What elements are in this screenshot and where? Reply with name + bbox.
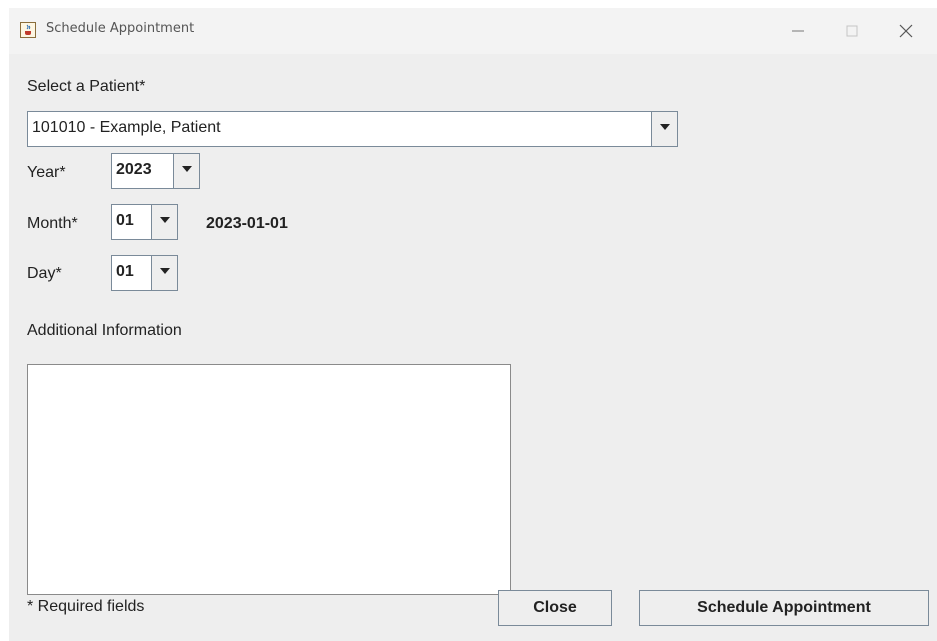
chevron-down-icon (160, 217, 170, 223)
patient-dropdown-button[interactable] (651, 112, 677, 146)
patient-select[interactable]: 101010 - Example, Patient (27, 111, 678, 147)
schedule-appointment-window: Schedule Appointment Select a Patient* 1… (9, 8, 937, 641)
day-label: Day* (27, 265, 62, 282)
year-label: Year* (27, 164, 66, 181)
month-select-value: 01 (116, 212, 134, 229)
year-dropdown-button[interactable] (173, 154, 199, 188)
window-title: Schedule Appointment (46, 21, 195, 36)
additional-info-textarea[interactable] (27, 364, 511, 595)
close-button[interactable]: Close (498, 590, 612, 626)
year-select-value: 2023 (116, 161, 152, 178)
chevron-down-icon (182, 166, 192, 172)
day-dropdown-button[interactable] (151, 256, 177, 290)
month-dropdown-button[interactable] (151, 205, 177, 239)
java-cup-icon (20, 22, 36, 38)
maximize-button[interactable] (829, 8, 875, 54)
patient-select-value: 101010 - Example, Patient (32, 119, 221, 136)
day-select[interactable]: 01 (111, 255, 178, 291)
day-select-value: 01 (116, 263, 134, 280)
chevron-down-icon (160, 268, 170, 274)
year-select[interactable]: 2023 (111, 153, 200, 189)
patient-label: Select a Patient* (27, 78, 146, 95)
minimize-button[interactable] (775, 8, 821, 54)
required-fields-note: * Required fields (27, 598, 145, 615)
month-select[interactable]: 01 (111, 204, 178, 240)
month-label: Month* (27, 215, 78, 232)
minimize-icon (792, 30, 804, 32)
maximize-icon (846, 25, 858, 37)
selected-date-display: 2023-01-01 (206, 215, 288, 232)
close-icon (899, 24, 913, 38)
close-window-button[interactable] (883, 8, 929, 54)
additional-info-label: Additional Information (27, 322, 182, 339)
schedule-appointment-button[interactable]: Schedule Appointment (639, 590, 929, 626)
title-bar[interactable]: Schedule Appointment (9, 8, 937, 54)
chevron-down-icon (660, 124, 670, 130)
